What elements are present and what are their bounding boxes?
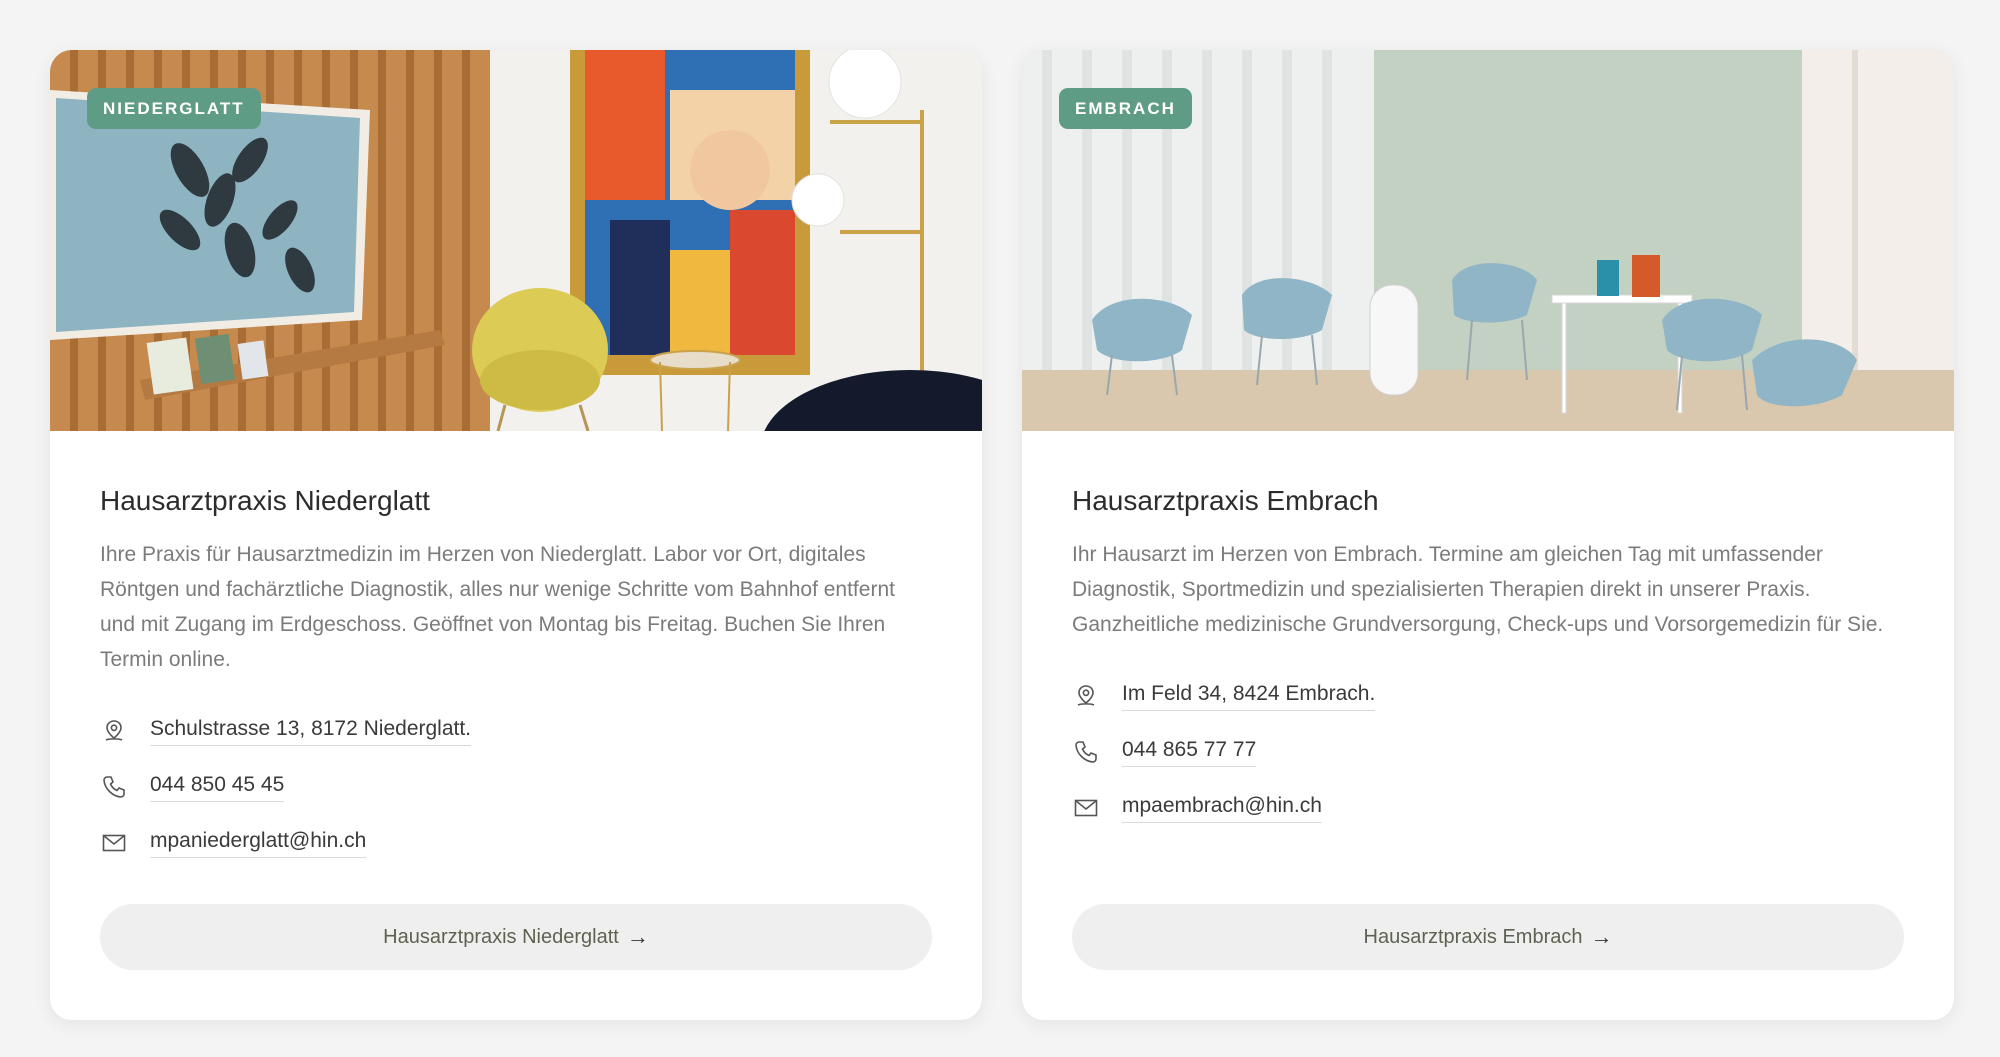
practice-link-button[interactable]: Hausarztpraxis Embrach → <box>1072 904 1904 970</box>
card-description: Ihr Hausarzt im Herzen von Embrach. Term… <box>1072 543 1884 636</box>
mail-icon <box>1072 794 1100 822</box>
card-description: Ihre Praxis für Hausarztmedizin im Herze… <box>100 543 895 671</box>
address-link[interactable]: Im Feld 34, 8424 Embrach. <box>1122 682 1376 711</box>
location-badge: NIEDERGLATT <box>87 88 261 129</box>
contact-email-row: mpaembrach@hin.ch <box>1072 782 1904 834</box>
practice-link-label: Hausarztpraxis Niederglatt <box>383 925 619 948</box>
contact-list: Im Feld 34, 8424 Embrach. 044 865 77 77 <box>1072 670 1904 834</box>
email-link[interactable]: mpaembrach@hin.ch <box>1122 794 1322 823</box>
contact-address-row: Schulstrasse 13, 8172 Niederglatt. <box>100 705 932 757</box>
practice-photo-niederglatt: NIEDERGLATT <box>50 50 982 431</box>
email-link[interactable]: mpaniederglatt@hin.ch <box>150 829 367 858</box>
contact-phone-row: 044 850 45 45 <box>100 761 932 813</box>
phone-icon <box>1072 738 1100 766</box>
map-pin-icon <box>100 717 128 745</box>
phone-link[interactable]: 044 865 77 77 <box>1122 738 1257 767</box>
card-title: Hausarztpraxis Embrach <box>1072 485 1379 516</box>
mail-icon <box>100 829 128 857</box>
arrow-right-icon: → <box>1590 924 1613 949</box>
contact-phone-row: 044 865 77 77 <box>1072 726 1904 778</box>
practice-card-embrach: EMBRACH Hausarztpraxis Embrach Ihr Hausa… <box>1022 50 1954 1020</box>
practice-photo-embrach: EMBRACH <box>1022 50 1954 431</box>
contact-email-row: mpaniederglatt@hin.ch <box>100 817 932 869</box>
map-pin-icon <box>1072 682 1100 710</box>
practice-link-button[interactable]: Hausarztpraxis Niederglatt → <box>100 904 932 970</box>
address-link[interactable]: Schulstrasse 13, 8172 Niederglatt. <box>150 717 472 746</box>
contact-list: Schulstrasse 13, 8172 Niederglatt. 044 8… <box>100 705 932 869</box>
contact-address-row: Im Feld 34, 8424 Embrach. <box>1072 670 1904 722</box>
card-title: Hausarztpraxis Niederglatt <box>100 485 430 516</box>
practice-cards-grid: NIEDERGLATT Hausarztpraxis Niederglatt I… <box>50 50 1955 1020</box>
arrow-right-icon: → <box>626 924 649 949</box>
phone-icon <box>100 773 128 801</box>
location-badge: EMBRACH <box>1059 88 1192 129</box>
practice-link-label: Hausarztpraxis Embrach <box>1363 925 1583 948</box>
phone-link[interactable]: 044 850 45 45 <box>150 773 285 802</box>
practice-card-niederglatt: NIEDERGLATT Hausarztpraxis Niederglatt I… <box>50 50 982 1020</box>
